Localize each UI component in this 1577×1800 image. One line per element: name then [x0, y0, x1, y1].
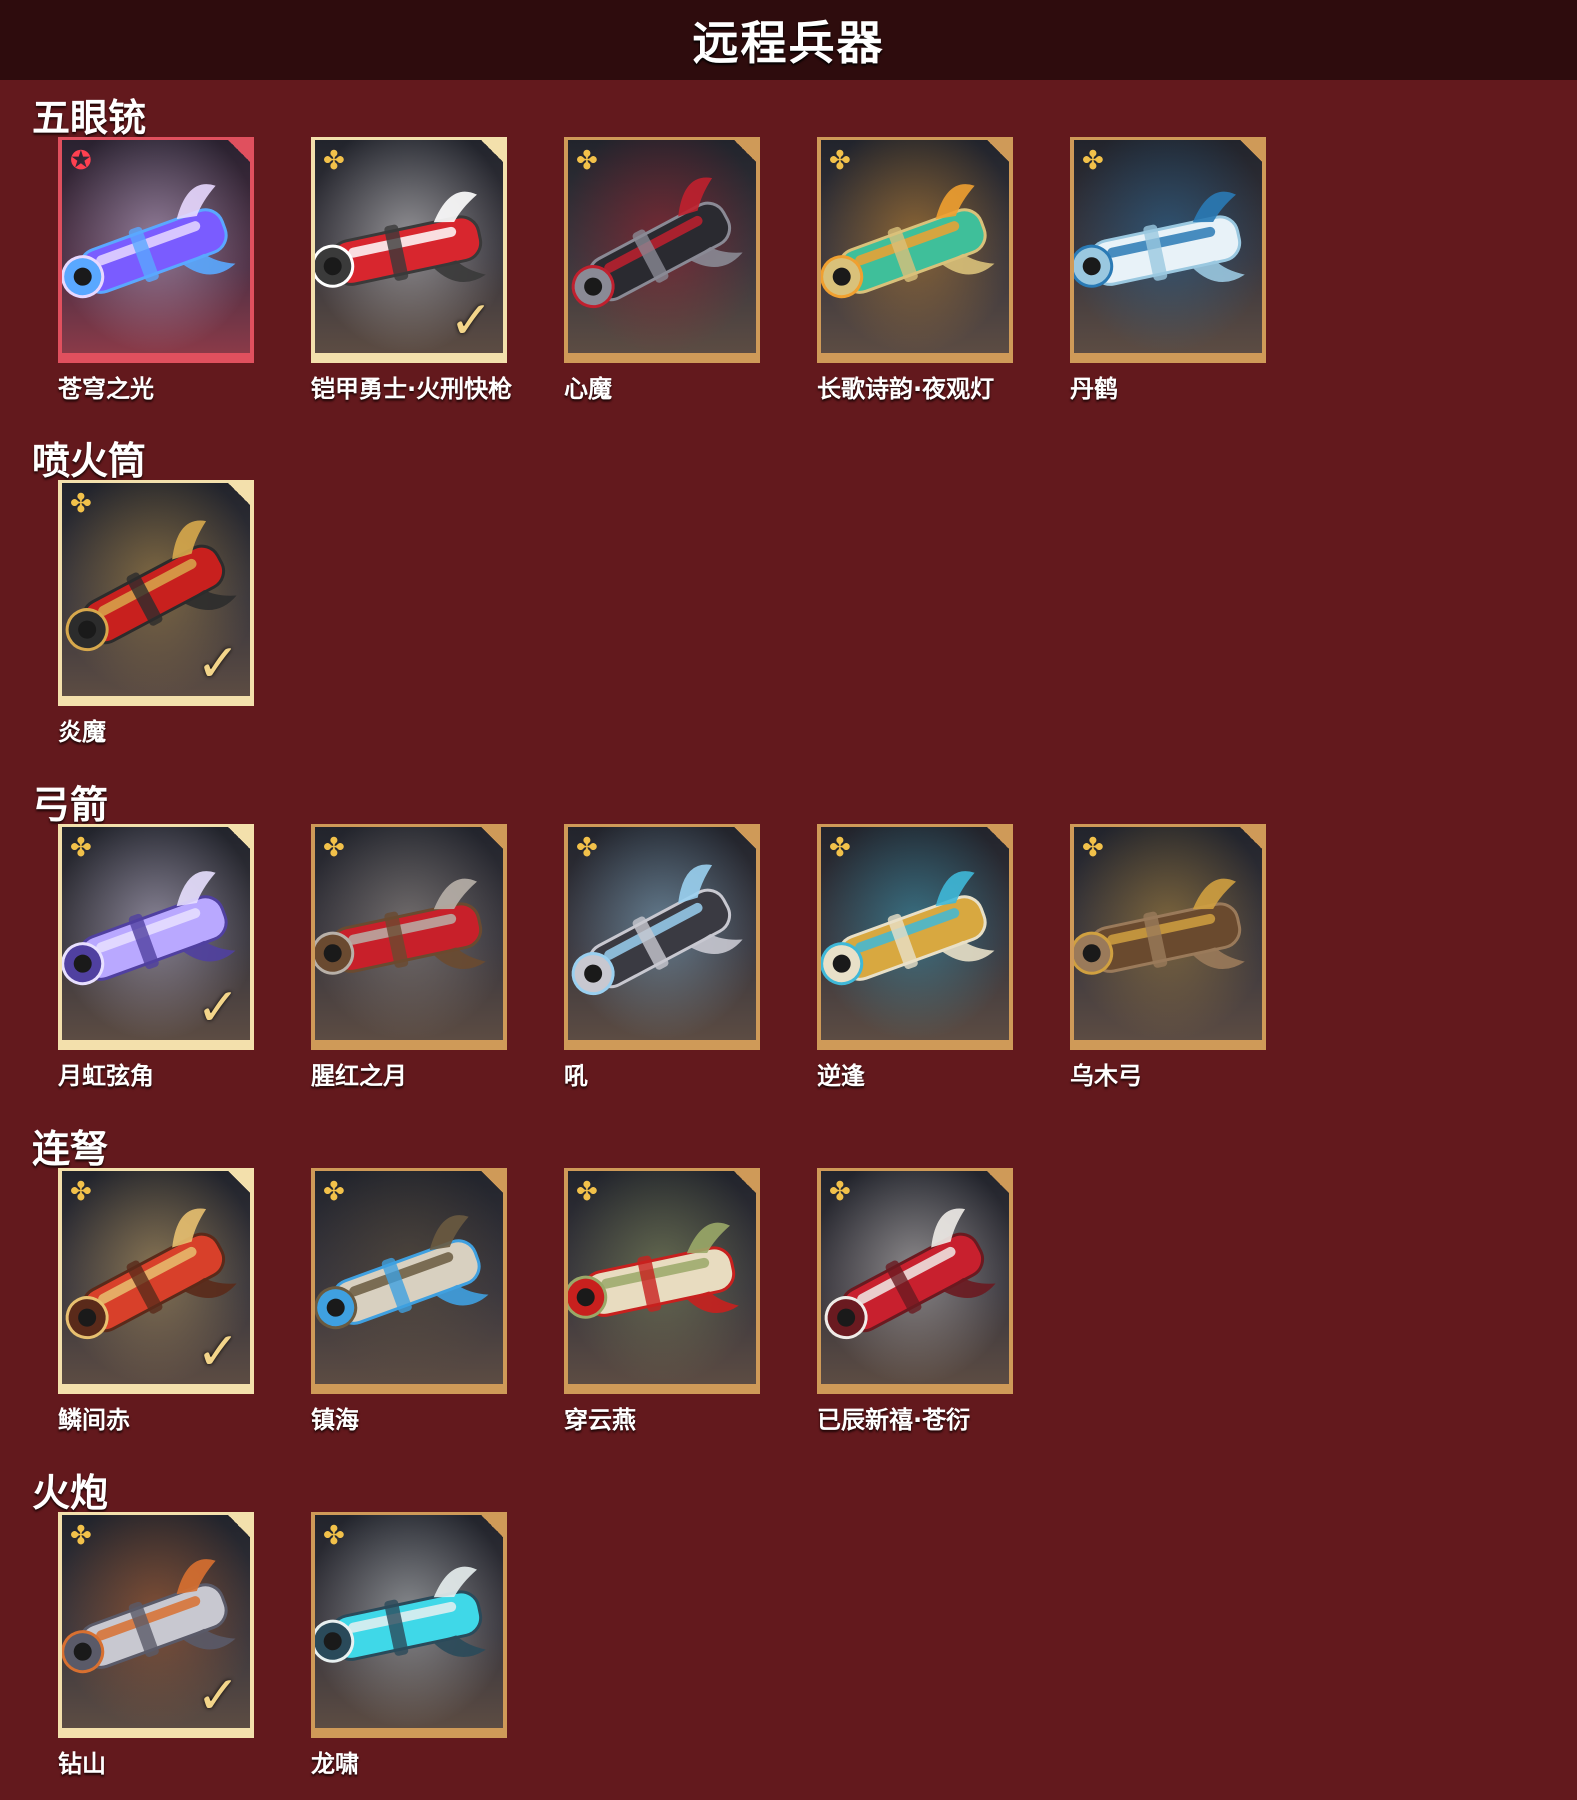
- gold-flower-icon: ✤: [829, 833, 851, 863]
- title-bar: 远程兵器: [0, 0, 1577, 80]
- corner-tag-icon: [734, 827, 756, 849]
- weapon-name: 钻山: [58, 1750, 106, 1778]
- weapon-name: 乌木弓: [1070, 1062, 1142, 1090]
- section-title: 五眼铳: [32, 96, 147, 140]
- weapon-name: 丹鹤: [1070, 375, 1118, 403]
- weapon-card[interactable]: ✤ 逆逢: [817, 824, 1013, 1091]
- page-title: 远程兵器: [692, 16, 885, 70]
- weapon-card[interactable]: ✤ 镇海: [311, 1168, 507, 1435]
- weapon-thumbnail[interactable]: ✤: [817, 137, 1013, 363]
- section-title: 火炮: [32, 1471, 109, 1515]
- gold-flower-icon: ✤: [323, 1177, 345, 1207]
- checkmark-icon: ✓: [196, 1322, 240, 1382]
- gold-flower-icon: ✤: [70, 1177, 92, 1207]
- corner-tag-icon: [228, 140, 250, 162]
- weapon-name: 龙啸: [311, 1750, 359, 1778]
- corner-tag-icon: [481, 1515, 503, 1537]
- weapon-name: 已辰新禧·苍衍: [817, 1406, 971, 1434]
- gold-flower-icon: ✤: [323, 146, 345, 176]
- corner-tag-icon: [987, 1171, 1009, 1193]
- gold-flower-icon: ✤: [70, 833, 92, 863]
- corner-tag-icon: [1240, 140, 1262, 162]
- corner-tag-icon: [228, 1171, 250, 1193]
- weapon-thumbnail[interactable]: ✤ ✓: [58, 824, 254, 1050]
- gold-flower-icon: ✤: [1082, 146, 1104, 176]
- corner-tag-icon: [481, 1171, 503, 1193]
- weapon-card[interactable]: ✤ 心魔: [564, 137, 760, 404]
- weapon-thumbnail[interactable]: ✤: [311, 1168, 507, 1394]
- weapon-name: 铠甲勇士·火刑快枪: [311, 375, 513, 403]
- red-star-icon: ✪: [70, 146, 92, 176]
- weapon-name: 鳞间赤: [58, 1406, 130, 1434]
- checkmark-icon: ✓: [449, 291, 493, 351]
- weapon-card[interactable]: ✤ ✓ 铠甲勇士·火刑快枪: [311, 137, 513, 404]
- weapon-thumbnail[interactable]: ✤: [311, 824, 507, 1050]
- checkmark-icon: ✓: [196, 978, 240, 1038]
- weapon-card[interactable]: ✤ ✓ 月虹弦角: [58, 824, 254, 1091]
- weapon-name: 穿云燕: [564, 1406, 636, 1434]
- weapon-card[interactable]: ✤ 腥红之月: [311, 824, 507, 1091]
- weapon-card[interactable]: ✤ 龙啸: [311, 1512, 507, 1779]
- gold-flower-icon: ✤: [1082, 833, 1104, 863]
- gold-flower-icon: ✤: [829, 146, 851, 176]
- weapon-name: 逆逢: [817, 1062, 865, 1090]
- corner-tag-icon: [987, 827, 1009, 849]
- weapon-name: 镇海: [311, 1406, 359, 1434]
- corner-tag-icon: [734, 1171, 756, 1193]
- weapon-card[interactable]: ✤ 吼: [564, 824, 760, 1091]
- weapon-card[interactable]: ✤ ✓ 炎魔: [58, 480, 254, 747]
- corner-tag-icon: [228, 483, 250, 505]
- weapon-thumbnail[interactable]: ✤: [564, 824, 760, 1050]
- weapon-card[interactable]: ✤ 丹鹤: [1070, 137, 1266, 404]
- weapon-name: 腥红之月: [311, 1062, 407, 1090]
- weapon-thumbnail[interactable]: ✤: [564, 137, 760, 363]
- gold-flower-icon: ✤: [323, 1521, 345, 1551]
- weapon-card[interactable]: ✤ 已辰新禧·苍衍: [817, 1168, 1013, 1435]
- weapon-thumbnail[interactable]: ✪: [58, 137, 254, 363]
- gold-flower-icon: ✤: [829, 1177, 851, 1207]
- weapon-card[interactable]: ✪ 苍穹之光: [58, 137, 254, 404]
- gold-flower-icon: ✤: [576, 833, 598, 863]
- corner-tag-icon: [734, 140, 756, 162]
- section-title: 喷火筒: [32, 439, 147, 483]
- checkmark-icon: ✓: [196, 1666, 240, 1726]
- checkmark-icon: ✓: [196, 634, 240, 694]
- gold-flower-icon: ✤: [70, 1521, 92, 1551]
- weapon-thumbnail[interactable]: ✤: [817, 824, 1013, 1050]
- weapon-thumbnail[interactable]: ✤: [564, 1168, 760, 1394]
- weapon-card[interactable]: ✤ ✓ 钻山: [58, 1512, 254, 1779]
- weapon-thumbnail[interactable]: ✤ ✓: [58, 1512, 254, 1738]
- weapon-name: 长歌诗韵·夜观灯: [817, 375, 995, 403]
- weapon-name: 心魔: [564, 375, 612, 403]
- weapon-card[interactable]: ✤ 乌木弓: [1070, 824, 1266, 1091]
- weapon-thumbnail[interactable]: ✤: [1070, 824, 1266, 1050]
- weapon-thumbnail[interactable]: ✤: [311, 1512, 507, 1738]
- weapon-name: 月虹弦角: [58, 1062, 154, 1090]
- weapon-card[interactable]: ✤ 长歌诗韵·夜观灯: [817, 137, 1013, 404]
- weapon-name: 苍穹之光: [58, 375, 154, 403]
- weapon-thumbnail[interactable]: ✤: [817, 1168, 1013, 1394]
- weapon-thumbnail[interactable]: ✤ ✓: [311, 137, 507, 363]
- section-title: 连弩: [32, 1127, 109, 1171]
- gold-flower-icon: ✤: [576, 146, 598, 176]
- gold-flower-icon: ✤: [70, 489, 92, 519]
- corner-tag-icon: [481, 827, 503, 849]
- weapon-name: 吼: [564, 1062, 588, 1090]
- corner-tag-icon: [228, 1515, 250, 1537]
- weapon-thumbnail[interactable]: ✤ ✓: [58, 480, 254, 706]
- weapon-name: 炎魔: [58, 718, 106, 746]
- gold-flower-icon: ✤: [576, 1177, 598, 1207]
- corner-tag-icon: [481, 140, 503, 162]
- weapon-thumbnail[interactable]: ✤ ✓: [58, 1168, 254, 1394]
- gold-flower-icon: ✤: [323, 833, 345, 863]
- corner-tag-icon: [1240, 827, 1262, 849]
- corner-tag-icon: [228, 827, 250, 849]
- corner-tag-icon: [987, 140, 1009, 162]
- weapon-card[interactable]: ✤ ✓ 鳞间赤: [58, 1168, 254, 1435]
- section-title: 弓箭: [32, 783, 109, 827]
- weapon-card[interactable]: ✤ 穿云燕: [564, 1168, 760, 1435]
- weapon-thumbnail[interactable]: ✤: [1070, 137, 1266, 363]
